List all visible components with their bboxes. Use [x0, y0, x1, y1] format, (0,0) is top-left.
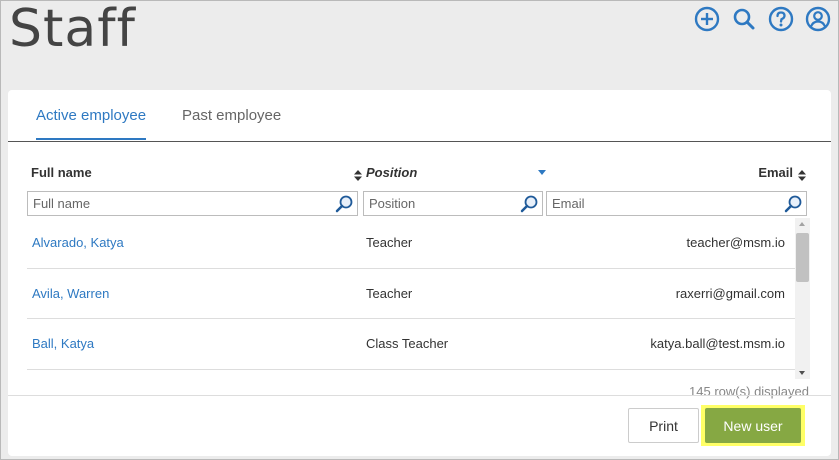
table-row[interactable]: Avila, Warren Teacher raxerri@gmail.com [27, 269, 795, 319]
sort-icon[interactable] [354, 170, 362, 181]
magnifier-icon[interactable] [335, 194, 354, 213]
staff-position: Class Teacher [366, 336, 449, 351]
sort-desc-icon[interactable] [538, 170, 546, 176]
header-toolbar [693, 5, 832, 33]
user-icon[interactable] [804, 5, 832, 33]
staff-name-link[interactable]: Avila, Warren [32, 286, 109, 301]
table-row[interactable]: Ball, Katya Class Teacher katya.ball@tes… [27, 319, 795, 370]
magnifier-icon[interactable] [520, 194, 539, 213]
search-icon[interactable] [730, 5, 758, 33]
email-filter [546, 191, 807, 216]
column-header-email[interactable]: Email [758, 165, 793, 180]
new-user-highlight: New user [701, 405, 805, 446]
tab-active-employee[interactable]: Active employee [36, 107, 147, 140]
staff-position: Teacher [366, 235, 413, 250]
staff-table-body: Alvarado, Katya Teacher teacher@msm.io A… [27, 218, 795, 381]
help-icon[interactable] [767, 5, 795, 33]
email-filter-input[interactable] [547, 192, 806, 215]
column-header-position[interactable]: Position [366, 165, 417, 180]
tab-bar: Active employee Past employee [8, 90, 831, 142]
sort-icon[interactable] [798, 170, 806, 181]
staff-email: katya.ball@test.msm.io [650, 336, 785, 351]
staff-position: Teacher [366, 285, 413, 301]
scroll-up-icon[interactable] [799, 222, 805, 226]
full-name-filter [27, 191, 358, 216]
table-row[interactable]: Alvarado, Katya Teacher teacher@msm.io [27, 218, 795, 269]
scrollbar-thumb[interactable] [796, 233, 809, 282]
column-header-full-name[interactable]: Full name [31, 165, 92, 180]
staff-name-link[interactable]: Alvarado, Katya [32, 235, 124, 250]
table-row[interactable] [27, 370, 795, 382]
staff-card: Active employee Past employee Full name … [8, 90, 831, 456]
staff-email: raxerri@gmail.com [675, 285, 785, 301]
scroll-down-icon[interactable] [799, 371, 805, 375]
table-scrollbar[interactable] [795, 218, 810, 379]
position-filter-input[interactable] [364, 192, 542, 215]
staff-name-link[interactable]: Ball, Katya [32, 336, 94, 351]
staff-email: teacher@msm.io [686, 235, 785, 250]
magnifier-icon[interactable] [784, 194, 803, 213]
tab-past-employee[interactable]: Past employee [182, 107, 281, 138]
add-icon[interactable] [693, 5, 721, 33]
page-title: Staff [9, 0, 136, 59]
new-user-button[interactable]: New user [705, 408, 801, 443]
print-button[interactable]: Print [628, 408, 699, 443]
card-footer: Print New user [8, 395, 831, 456]
full-name-filter-input[interactable] [28, 192, 357, 215]
position-filter [363, 191, 543, 216]
